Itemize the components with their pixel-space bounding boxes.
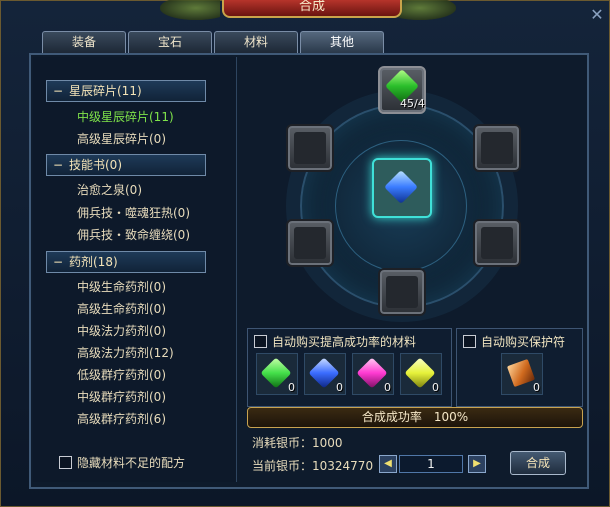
item-count: 0	[336, 381, 343, 394]
list-item[interactable]: 佣兵技・致命缠绕(0)	[77, 226, 190, 244]
pink-gem-icon	[356, 357, 388, 389]
item-count: 0	[384, 381, 391, 394]
tab-materials[interactable]: 材料	[214, 31, 298, 53]
item-count: 0	[288, 381, 295, 394]
quantity-decrease-button[interactable]: ◀	[379, 455, 397, 473]
material-slot-upper-left[interactable]	[286, 124, 334, 172]
close-icon[interactable]: ✕	[588, 6, 606, 24]
green-gem-icon	[260, 357, 292, 389]
list-item[interactable]: 中级星辰碎片(11)	[77, 108, 174, 126]
item-count: 0	[533, 381, 540, 394]
material-pink-gem[interactable]: 0	[352, 353, 394, 395]
list-item[interactable]: 高级群疗药剂(6)	[77, 410, 166, 428]
scroll-icon	[506, 358, 536, 388]
cost-silver: 消耗银币：1000	[252, 436, 343, 450]
window-title: 合成	[222, 0, 402, 18]
auto-buy-charm-label: 自动购买保护符	[481, 335, 566, 349]
material-green-gem[interactable]: 0	[256, 353, 298, 395]
category-potions[interactable]: − 药剂(18)	[46, 251, 206, 273]
material-slot-lower-right[interactable]	[473, 219, 521, 267]
decorative-leaf-right	[396, 0, 456, 20]
yellow-gem-icon	[404, 357, 436, 389]
category-star-shards[interactable]: − 星辰碎片(11)	[46, 80, 206, 102]
slot-count: 45/4	[400, 97, 425, 110]
list-item[interactable]: 治愈之泉(0)	[77, 181, 142, 199]
auto-buy-charm-checkbox[interactable]	[463, 335, 476, 348]
blue-gem-icon	[384, 170, 418, 204]
list-item[interactable]: 高级星辰碎片(0)	[77, 130, 166, 148]
list-item[interactable]: 高级法力药剂(12)	[77, 344, 174, 362]
category-skill-books[interactable]: − 技能书(0)	[46, 154, 206, 176]
current-silver: 当前银币：10324770	[252, 459, 374, 473]
quantity-input[interactable]: 1	[399, 455, 463, 473]
auto-buy-materials-label: 自动购买提高成功率的材料	[272, 335, 417, 349]
material-blue-gem[interactable]: 0	[304, 353, 346, 395]
category-label: 药剂(18)	[69, 255, 118, 269]
hide-missing-checkbox[interactable]	[59, 456, 72, 469]
collapse-icon: −	[52, 158, 64, 172]
auto-buy-charm-panel: 自动购买保护符 0	[456, 328, 583, 407]
tab-gems[interactable]: 宝石	[128, 31, 212, 53]
category-label: 星辰碎片(11)	[69, 84, 142, 98]
hide-missing-label: 隐藏材料不足的配方	[77, 456, 186, 470]
decorative-leaf-left	[160, 0, 220, 20]
success-rate-bar: 合成成功率 100%	[247, 407, 583, 428]
list-item[interactable]: 低级群疗药剂(0)	[77, 366, 166, 384]
list-item[interactable]: 中级群疗药剂(0)	[77, 388, 166, 406]
collapse-icon: −	[52, 84, 64, 98]
auto-buy-materials-option: 自动购买提高成功率的材料	[254, 333, 416, 350]
list-item[interactable]: 佣兵技・噬魂狂热(0)	[77, 204, 190, 222]
tab-equipment[interactable]: 装备	[42, 31, 126, 53]
list-item[interactable]: 中级生命药剂(0)	[77, 278, 166, 296]
auto-buy-materials-panel: 自动购买提高成功率的材料 0 0 0 0	[247, 328, 452, 407]
material-yellow-gem[interactable]: 0	[400, 353, 442, 395]
material-slot-bottom[interactable]	[378, 268, 426, 316]
synthesize-button[interactable]: 合成	[510, 451, 566, 475]
tab-other[interactable]: 其他	[300, 31, 384, 53]
hide-missing-option: 隐藏材料不足的配方	[59, 454, 185, 472]
category-label: 技能书(0)	[69, 158, 122, 172]
material-slot-lower-left[interactable]	[286, 219, 334, 267]
collapse-icon: −	[52, 255, 64, 269]
protection-charm-item[interactable]: 0	[501, 353, 543, 395]
quantity-increase-button[interactable]: ▶	[468, 455, 486, 473]
auto-buy-charm-option: 自动购买保护符	[463, 333, 565, 350]
material-slot-top[interactable]: 45/4	[378, 66, 426, 114]
result-slot[interactable]	[372, 158, 432, 218]
blue-gem-icon	[308, 357, 340, 389]
auto-buy-materials-checkbox[interactable]	[254, 335, 267, 348]
item-count: 0	[432, 381, 439, 394]
material-slot-upper-right[interactable]	[473, 124, 521, 172]
list-item[interactable]: 中级法力药剂(0)	[77, 322, 166, 340]
list-item[interactable]: 高级生命药剂(0)	[77, 300, 166, 318]
